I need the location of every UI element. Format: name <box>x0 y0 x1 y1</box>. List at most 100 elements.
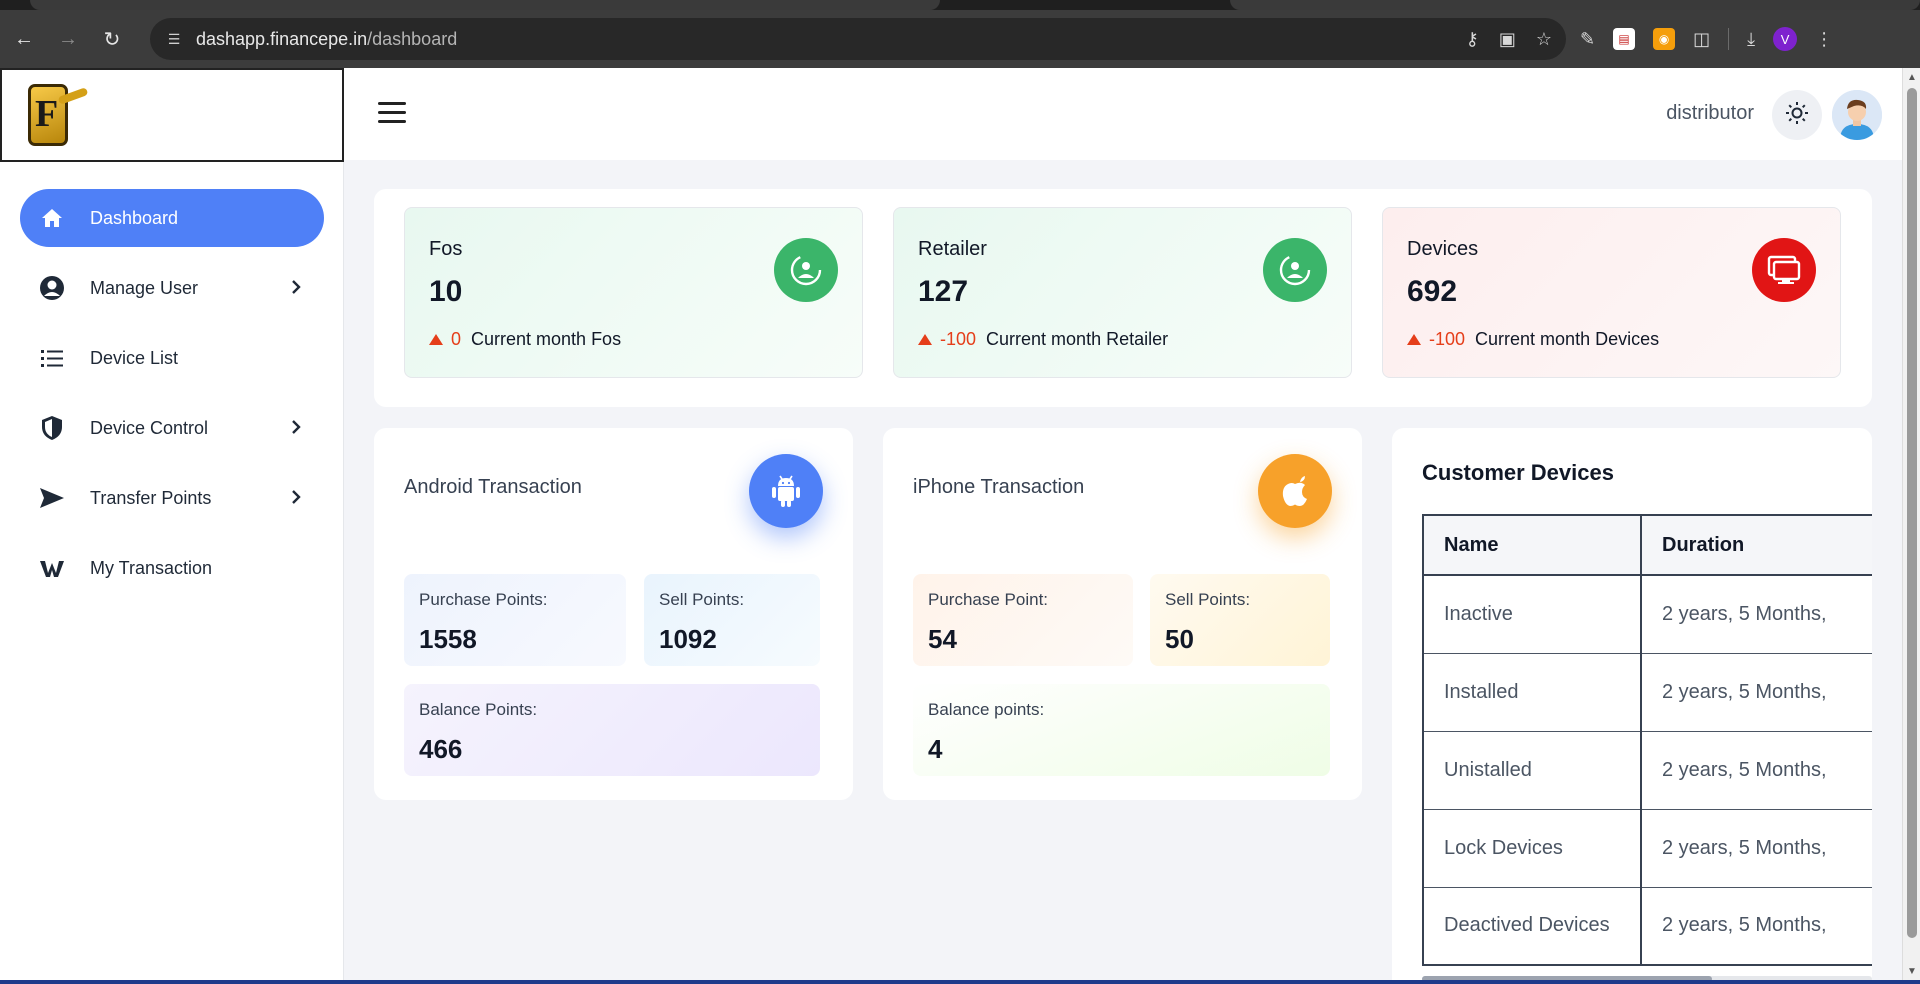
forward-icon[interactable]: → <box>48 19 88 59</box>
download-icon[interactable]: ⤓ <box>1747 29 1755 50</box>
table-header-row: Name Duration <box>1423 515 1872 576</box>
box-value: 50 <box>1165 624 1194 654</box>
customer-devices-panel: Customer Devices Name Duration Inactive … <box>1392 428 1872 984</box>
panel-title: Android Transaction <box>404 476 582 498</box>
user-circle-icon <box>38 274 66 302</box>
browser-tab[interactable] <box>1230 0 1920 10</box>
android-sell-points: Sell Points: 1092 <box>644 574 820 666</box>
stat-card-retailer: Retailer 127 -100 Current month Retailer <box>893 207 1352 378</box>
stat-caption: Current month Fos <box>471 329 622 349</box>
android-transaction-panel: Android Transaction Purchase Points: 155… <box>374 428 853 800</box>
sidebar-item-dashboard[interactable]: Dashboard <box>20 189 324 247</box>
reload-icon[interactable]: ↻ <box>92 19 132 59</box>
stat-caption: Current month Retailer <box>986 329 1169 349</box>
taskbar-edge <box>0 980 1920 984</box>
box-label: Sell Points: <box>659 590 745 609</box>
stat-caption: Current month Devices <box>1475 329 1660 349</box>
send-icon <box>38 484 66 512</box>
box-label: Sell Points: <box>1165 590 1251 609</box>
install-app-icon[interactable]: ▣ <box>1499 29 1516 50</box>
iphone-transaction-panel: iPhone Transaction Purchase Point: 54 Se… <box>883 428 1362 800</box>
browser-toolbar: ← → ↻ ☰ dashapp.financepe.in/dashboard ⚷… <box>0 10 1920 68</box>
sidebar-item-device-list[interactable]: Device List <box>20 329 324 387</box>
monitor-icon <box>1752 238 1816 302</box>
android-purchase-points: Purchase Points: 1558 <box>404 574 626 666</box>
logo-area[interactable]: F <box>0 68 344 162</box>
android-balance-points: Balance Points: 466 <box>404 684 820 776</box>
extension-red-icon[interactable]: ▤ <box>1613 28 1636 50</box>
sidebar-menu: Dashboard Manage User Device List Device… <box>20 189 324 609</box>
device-status-duration: 2 years, 5 Months, <box>1641 887 1872 966</box>
profile-avatar-icon[interactable]: V <box>1773 27 1798 51</box>
address-bar[interactable]: ☰ dashapp.financepe.in/dashboard ⚷ ▣ ☆ <box>150 18 1566 60</box>
sidebar-item-label: Manage User <box>90 277 199 298</box>
panel-title: iPhone Transaction <box>913 476 1085 498</box>
device-status-name: Lock Devices <box>1423 809 1642 888</box>
toolbar-separator <box>1728 28 1730 50</box>
extensions-puzzle-icon[interactable]: ◫ <box>1693 29 1710 50</box>
table-row[interactable]: Deactived Devices 2 years, 5 Months, <box>1423 887 1872 966</box>
back-icon[interactable]: ← <box>4 19 44 59</box>
stat-delta: -100 <box>940 329 977 349</box>
trend-up-icon <box>918 334 932 345</box>
key-icon[interactable]: ⚷ <box>1466 29 1479 50</box>
sidebar: F Dashboard Manage User Device List Devi… <box>0 68 344 984</box>
user-role: distributor <box>1666 102 1754 124</box>
list-icon <box>38 344 66 372</box>
table-row[interactable]: Unistalled 2 years, 5 Months, <box>1423 731 1872 810</box>
table-row[interactable]: Lock Devices 2 years, 5 Months, <box>1423 809 1872 888</box>
stats-panel: Fos 10 0 Current month Fos Retailer 127 … <box>374 189 1872 407</box>
page-scrollbar[interactable]: ▲ ▼ <box>1902 68 1920 984</box>
device-status-name: Unistalled <box>1423 731 1642 810</box>
sidebar-item-device-control[interactable]: Device Control <box>20 399 324 457</box>
address-url[interactable]: dashapp.financepe.in/dashboard <box>196 29 457 50</box>
column-header-duration: Duration <box>1641 515 1872 576</box>
extension-orange-icon[interactable]: ◉ <box>1653 28 1676 50</box>
box-value: 54 <box>928 624 957 654</box>
box-value: 1092 <box>659 624 717 654</box>
scroll-up-arrow-icon[interactable]: ▲ <box>1907 72 1917 83</box>
customer-devices-table-scroll[interactable]: Name Duration Inactive 2 years, 5 Months… <box>1422 514 1872 974</box>
sidebar-item-transfer-points[interactable]: Transfer Points <box>20 469 324 527</box>
iphone-purchase-points: Purchase Point: 54 <box>913 574 1133 666</box>
site-settings-icon[interactable]: ☰ <box>164 29 184 49</box>
box-label: Purchase Points: <box>419 590 548 609</box>
sidebar-item-manage-user[interactable]: Manage User <box>20 259 324 317</box>
box-label: Balance points: <box>928 700 1045 719</box>
customer-devices-table: Name Duration Inactive 2 years, 5 Months… <box>1422 514 1872 966</box>
box-value: 1558 <box>419 624 477 654</box>
device-status-duration: 2 years, 5 Months, <box>1641 731 1872 810</box>
bookmark-star-icon[interactable]: ☆ <box>1536 29 1552 50</box>
sidebar-item-label: Dashboard <box>90 207 179 228</box>
iphone-sell-points: Sell Points: 50 <box>1150 574 1330 666</box>
stat-delta: -100 <box>1429 329 1466 349</box>
theme-toggle-button[interactable] <box>1772 90 1822 140</box>
avatar[interactable] <box>1832 90 1882 140</box>
url-host: dashapp.financepe.in <box>196 28 368 49</box>
hamburger-menu-icon[interactable] <box>378 102 406 124</box>
table-row[interactable]: Installed 2 years, 5 Months, <box>1423 653 1872 732</box>
user-sync-icon <box>1263 238 1327 302</box>
chevron-right-icon <box>290 418 302 441</box>
financepe-logo[interactable]: F <box>24 82 89 148</box>
apple-icon <box>1258 454 1332 528</box>
sidebar-item-my-transaction[interactable]: My Transaction <box>20 539 324 597</box>
sun-icon <box>1785 101 1809 130</box>
eyedropper-icon[interactable]: ✎ <box>1580 29 1595 50</box>
device-status-name: Installed <box>1423 653 1642 732</box>
panel-title: Customer Devices <box>1422 460 1614 485</box>
table-row[interactable]: Inactive 2 years, 5 Months, <box>1423 575 1872 654</box>
more-menu-icon[interactable]: ⋮ <box>1815 29 1833 50</box>
sidebar-item-label: Device Control <box>90 417 209 438</box>
browser-tab[interactable] <box>30 0 940 10</box>
iphone-balance-points: Balance points: 4 <box>913 684 1330 776</box>
device-status-name: Inactive <box>1423 575 1642 654</box>
user-sync-icon <box>774 238 838 302</box>
url-path: /dashboard <box>367 28 458 49</box>
stat-card-devices: Devices 692 -100 Current month Devices <box>1382 207 1841 378</box>
browser-tab-strip <box>0 0 1920 10</box>
device-status-duration: 2 years, 5 Months, <box>1641 575 1872 654</box>
shield-icon <box>38 414 66 442</box>
scrollbar-thumb[interactable] <box>1907 88 1917 938</box>
scroll-down-arrow-icon[interactable]: ▼ <box>1907 966 1917 977</box>
